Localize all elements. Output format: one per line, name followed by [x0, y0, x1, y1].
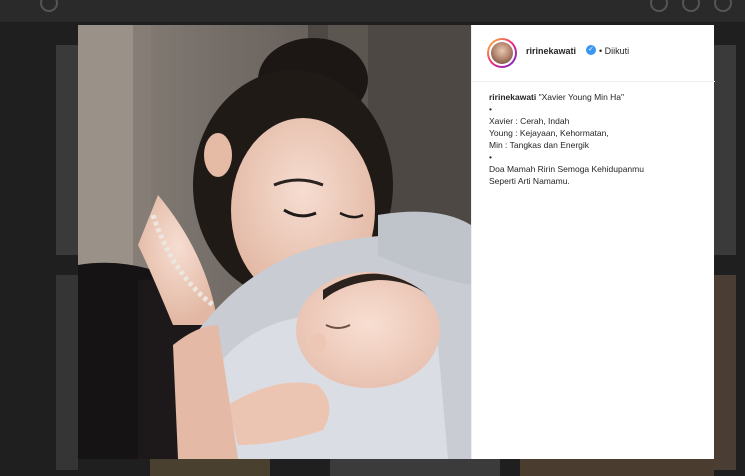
caption-first-line: ririnekawati "Xavier Young Min Ha" — [489, 91, 704, 103]
verified-badge-icon: ✓ — [586, 45, 596, 55]
background-post-tile[interactable] — [714, 275, 736, 470]
caption-line: Doa Mamah Ririn Semoga Kehidupanmu — [489, 164, 644, 174]
caption-username-link[interactable]: ririnekawati — [489, 92, 536, 102]
background-post-tile[interactable] — [520, 459, 714, 476]
background-topbar — [0, 0, 745, 22]
post-detail-panel: ririnekawati ✓ • Diikuti ririnekawati "X… — [471, 25, 715, 459]
caption-line: • — [489, 152, 492, 162]
avatar[interactable] — [487, 38, 517, 68]
profile-avatar-image — [491, 42, 513, 64]
caption-title: "Xavier Young Min Ha" — [538, 92, 625, 102]
username-link[interactable]: ririnekawati — [526, 46, 576, 56]
follow-status-button[interactable]: • Diikuti — [599, 46, 629, 56]
background-post-tile[interactable] — [56, 45, 78, 255]
caption-line: • — [489, 104, 492, 114]
caption-line: Xavier : Cerah, Indah — [489, 116, 570, 126]
caption-line: Min : Tangkas dan Energik — [489, 140, 590, 150]
background-post-tile[interactable] — [150, 459, 270, 476]
background-post-tile[interactable] — [714, 45, 736, 255]
post-header: ririnekawati ✓ • Diikuti — [472, 25, 715, 82]
background-post-tile[interactable] — [56, 275, 78, 470]
caption-line: Seperti Arti Namamu. — [489, 176, 570, 186]
post-photo[interactable] — [78, 25, 471, 459]
caption-line: Young : Kejayaan, Kehormatan, — [489, 128, 609, 138]
background-post-tile[interactable] — [330, 459, 500, 476]
post-caption: ririnekawati "Xavier Young Min Ha" • Xav… — [489, 91, 704, 187]
avatar-ring — [489, 40, 515, 66]
post-image — [78, 25, 471, 459]
